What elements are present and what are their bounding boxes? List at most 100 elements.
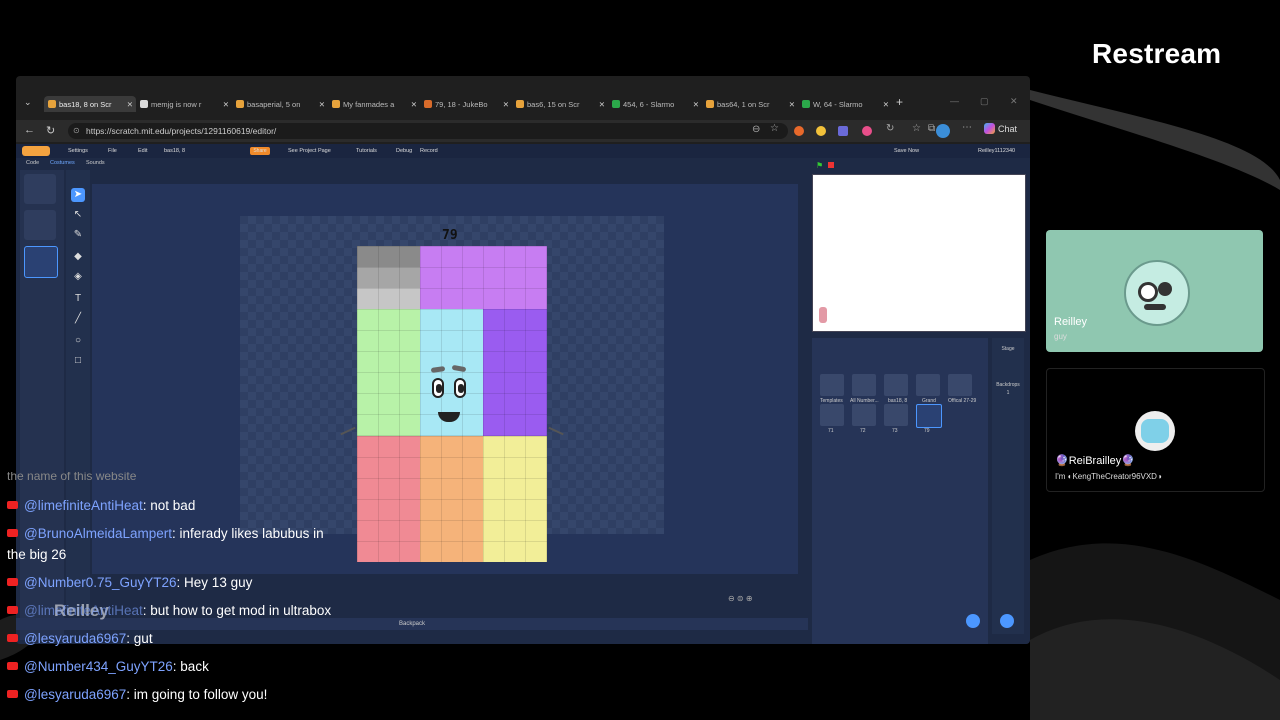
close-icon[interactable]: ✕: [599, 100, 608, 109]
extension-icon[interactable]: [862, 126, 872, 136]
scratch-menu-bar: Settings File Edit bas18, 8 Share See Pr…: [16, 144, 1030, 158]
edit-menu[interactable]: Edit: [138, 148, 147, 154]
sprite-item-selected[interactable]: [916, 404, 942, 428]
more-options-icon[interactable]: ⋯: [962, 122, 972, 133]
new-tab-icon[interactable]: +: [896, 95, 903, 109]
close-icon[interactable]: ✕: [789, 100, 798, 109]
tutorials-menu[interactable]: Tutorials: [356, 148, 377, 154]
sprite-item[interactable]: [852, 404, 876, 426]
see-project-page-button[interactable]: See Project Page: [288, 148, 331, 154]
text-tool-icon[interactable]: T: [71, 292, 85, 306]
sprite-item[interactable]: [948, 374, 972, 396]
tab-costumes[interactable]: Costumes: [50, 160, 75, 166]
tab-list-chevron-icon[interactable]: ⌄: [24, 97, 32, 108]
sprite-item[interactable]: [884, 404, 908, 426]
project-title-field[interactable]: bas18, 8: [164, 148, 185, 154]
close-icon[interactable]: ✕: [223, 100, 232, 109]
backpack-bar[interactable]: Backpack: [16, 618, 808, 630]
tab-8[interactable]: bas64, 1 on Scr ✕: [706, 96, 798, 112]
back-icon[interactable]: ←: [24, 124, 35, 136]
tab-2[interactable]: memjg is now r ✕: [140, 96, 232, 112]
tab-code[interactable]: Code: [26, 160, 39, 166]
tab-3[interactable]: basaperial, 5 on ✕: [236, 96, 328, 112]
tab-1[interactable]: bas18, 8 on Scr ✕: [44, 96, 136, 112]
maximize-icon[interactable]: ▢: [980, 96, 989, 107]
stage-preview[interactable]: [812, 174, 1026, 332]
sprite-item[interactable]: [820, 374, 844, 396]
participant-name: Reilley: [1054, 316, 1088, 328]
green-flag-icon[interactable]: ⚑: [816, 161, 823, 170]
scratch-tab-icon: [236, 100, 244, 108]
reload-icon[interactable]: ↻: [46, 124, 55, 137]
tab-6[interactable]: bas6, 15 on Scr ✕: [516, 96, 608, 112]
zoom-icon[interactable]: ⊖: [752, 124, 760, 135]
file-menu[interactable]: File: [108, 148, 117, 154]
copilot-chat-button[interactable]: Chat: [984, 123, 1017, 134]
close-icon[interactable]: ✕: [319, 100, 328, 109]
stop-icon[interactable]: [828, 162, 834, 168]
restream-logo: Restream: [1092, 38, 1222, 69]
chat-cut-line: the name of this website: [7, 472, 137, 482]
stage-sprite-figure: [819, 307, 827, 323]
close-icon[interactable]: ✕: [127, 100, 136, 109]
settings-menu[interactable]: Settings: [68, 148, 88, 154]
circle-tool-icon[interactable]: ○: [71, 334, 85, 348]
site-info-icon[interactable]: ⊙: [73, 123, 80, 139]
collections-icon[interactable]: ⧉: [928, 123, 935, 134]
scratch-tab-icon: [48, 100, 56, 108]
costume-thumbnail[interactable]: [24, 174, 56, 204]
sprite-item[interactable]: [884, 374, 908, 396]
window-close-icon[interactable]: ✕: [1010, 96, 1018, 107]
extension-icon[interactable]: [816, 126, 826, 136]
eraser-tool-icon[interactable]: ◆: [71, 250, 85, 264]
close-icon[interactable]: ✕: [411, 100, 420, 109]
debug-menu[interactable]: Debug: [396, 148, 412, 154]
scratch-tab-icon: [332, 100, 340, 108]
tab-4[interactable]: My fanmades a ✕: [332, 96, 420, 112]
brush-tool-icon[interactable]: ✎: [71, 228, 85, 242]
sprite-item[interactable]: [916, 374, 940, 396]
close-icon[interactable]: ✕: [503, 100, 512, 109]
tab-7[interactable]: 454, 6 - Slarmo ✕: [612, 96, 702, 112]
costume-thumbnail-selected[interactable]: [24, 246, 58, 278]
sprite-item[interactable]: [852, 374, 876, 396]
sprite-label: bas18, 8: [888, 398, 908, 404]
stage-target-pane[interactable]: Stage Backdrops 1: [992, 338, 1024, 634]
scratch-tab-icon: [706, 100, 714, 108]
select-tool-icon[interactable]: ➤: [71, 188, 85, 202]
record-menu[interactable]: Record: [420, 148, 438, 154]
youtube-icon: [7, 529, 18, 537]
block-pink: [357, 436, 420, 562]
participant-card-reilley[interactable]: Reilley guy: [1046, 230, 1263, 352]
add-backdrop-button[interactable]: [1000, 614, 1014, 628]
close-icon[interactable]: ✕: [883, 100, 892, 109]
tab-sounds[interactable]: Sounds: [86, 160, 105, 166]
sprite-item[interactable]: [820, 404, 844, 426]
line-tool-icon[interactable]: ╱: [71, 312, 85, 326]
url-field[interactable]: ⊙ https://scratch.mit.edu/projects/129116…: [68, 123, 788, 139]
address-bar: ← ↻ ⊙ https://scratch.mit.edu/projects/12…: [16, 120, 1030, 142]
participant-card-reibrailley[interactable]: 🔮ReiBrailley🔮 I'm ◐KengTheCreator96VXD◑: [1046, 368, 1265, 492]
costume-list: [20, 170, 64, 640]
close-icon[interactable]: ✕: [693, 100, 702, 109]
account-menu[interactable]: Reilley1112340: [978, 148, 1015, 154]
sprite-label: 79: [924, 428, 930, 434]
costume-thumbnail[interactable]: [24, 210, 56, 240]
favorites-icon[interactable]: ☆: [912, 123, 921, 134]
save-now-button[interactable]: Save Now: [894, 148, 919, 154]
fill-tool-icon[interactable]: ◈: [71, 270, 85, 284]
extension-icon[interactable]: [794, 126, 804, 136]
reshape-tool-icon[interactable]: ↖: [71, 208, 85, 222]
refresh-extension-icon[interactable]: ↻: [886, 123, 894, 134]
tab-9[interactable]: W, 64 - Slarmo ✕: [802, 96, 892, 112]
extension-icon[interactable]: [838, 126, 848, 136]
add-sprite-button[interactable]: [966, 614, 980, 628]
rectangle-tool-icon[interactable]: □: [71, 354, 85, 368]
tab-5[interactable]: 79, 18 - JukeBo ✕: [424, 96, 512, 112]
share-button[interactable]: Share: [250, 147, 270, 155]
zoom-controls[interactable]: ⊖ ⊜ ⊕: [728, 594, 753, 603]
bookmark-star-icon[interactable]: ☆: [770, 123, 779, 134]
scratch-logo[interactable]: [22, 146, 50, 156]
minimize-icon[interactable]: —: [950, 96, 959, 106]
profile-avatar[interactable]: [936, 124, 950, 138]
